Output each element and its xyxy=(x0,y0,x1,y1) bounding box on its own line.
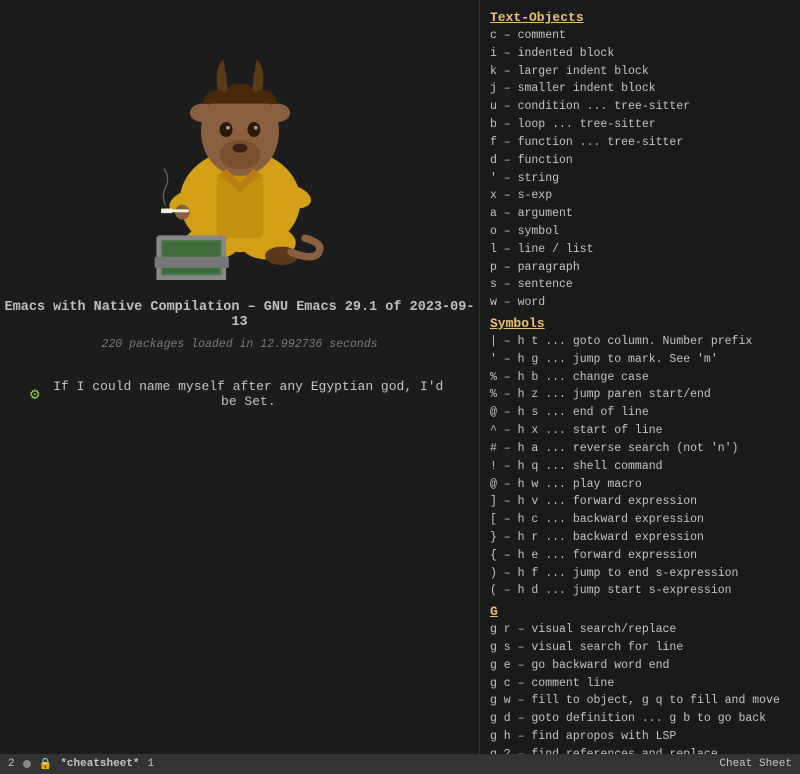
status-dot xyxy=(23,760,31,768)
cheat-item: ' – h g ... jump to mark. See 'm' xyxy=(490,351,792,369)
status-mode-name: Cheat Sheet xyxy=(719,758,792,770)
cheat-item: { – h e ... forward expression xyxy=(490,547,792,565)
status-window-num: 1 xyxy=(148,758,155,770)
cheat-item: g c – comment line xyxy=(490,675,792,693)
cheat-item: @ – h s ... end of line xyxy=(490,404,792,422)
cheat-item: % – h z ... jump paren start/end xyxy=(490,386,792,404)
cheat-item: w – word xyxy=(490,294,792,312)
spinner-icon: ⚙ xyxy=(30,384,40,404)
cheat-item: a – argument xyxy=(490,205,792,223)
section-header-text-objects: Text-Objects xyxy=(490,10,792,25)
cheat-item: d – function xyxy=(490,152,792,170)
subtitle: 220 packages loaded in 12.992736 seconds xyxy=(101,338,377,351)
cheat-item: ] – h v ... forward expression xyxy=(490,493,792,511)
status-buffer-num: 2 xyxy=(8,758,15,770)
left-panel: Emacs with Native Compilation – GNU Emac… xyxy=(0,0,480,774)
gnu-mascot xyxy=(110,20,370,280)
cheat-item: s – sentence xyxy=(490,276,792,294)
cheat-item: g w – fill to object, g q to fill and mo… xyxy=(490,692,792,710)
cheat-item: b – loop ... tree-sitter xyxy=(490,116,792,134)
cheat-item: k – larger indent block xyxy=(490,63,792,81)
cheat-item: g e – go backward word end xyxy=(490,657,792,675)
cheat-item: x – s-exp xyxy=(490,187,792,205)
splash-message: ⚙ If I could name myself after any Egypt… xyxy=(0,379,479,409)
cheat-item: p – paragraph xyxy=(490,259,792,277)
cheat-item: @ – h w ... play macro xyxy=(490,476,792,494)
right-panel[interactable]: Text-Objects c – commenti – indented bloc… xyxy=(480,0,800,754)
status-lock-icon: 🔒 xyxy=(39,757,53,771)
cheat-item: f – function ... tree-sitter xyxy=(490,134,792,152)
cheat-item: ) – h f ... jump to end s-expression xyxy=(490,565,792,583)
section-header-g: G xyxy=(490,604,792,619)
cheat-item: c – comment xyxy=(490,27,792,45)
cheat-item: g s – visual search for line xyxy=(490,639,792,657)
cheat-item: | – h t ... goto column. Number prefix xyxy=(490,333,792,351)
cheat-item: ^ – h x ... start of line xyxy=(490,422,792,440)
cheat-item: ! – h q ... shell command xyxy=(490,458,792,476)
cheat-item: [ – h c ... backward expression xyxy=(490,511,792,529)
cheat-item: g ? – find references and replace xyxy=(490,746,792,754)
cheat-item: l – line / list xyxy=(490,241,792,259)
cheat-item: ( – h d ... jump start s-expression xyxy=(490,582,792,600)
cheat-item: } – h r ... backward expression xyxy=(490,529,792,547)
cheat-item: % – h b ... change case xyxy=(490,369,792,387)
cheat-item: i – indented block xyxy=(490,45,792,63)
cheat-item: j – smaller indent block xyxy=(490,80,792,98)
cheat-item: ' – string xyxy=(490,170,792,188)
cheat-item: u – condition ... tree-sitter xyxy=(490,98,792,116)
app-title: Emacs with Native Compilation – GNU Emac… xyxy=(0,300,479,330)
section-header-symbols: Symbols xyxy=(490,316,792,331)
cheat-item: o – symbol xyxy=(490,223,792,241)
cheat-item: g h – find apropos with LSP xyxy=(490,728,792,746)
status-filename: *cheatsheet* xyxy=(60,758,139,770)
cheat-item: g r – visual search/replace xyxy=(490,621,792,639)
status-bar: 2 🔒 *cheatsheet* 1 Cheat Sheet xyxy=(0,754,800,774)
cheat-item: g d – goto definition ... g b to go back xyxy=(490,710,792,728)
cheat-item: # – h a ... reverse search (not 'n') xyxy=(490,440,792,458)
